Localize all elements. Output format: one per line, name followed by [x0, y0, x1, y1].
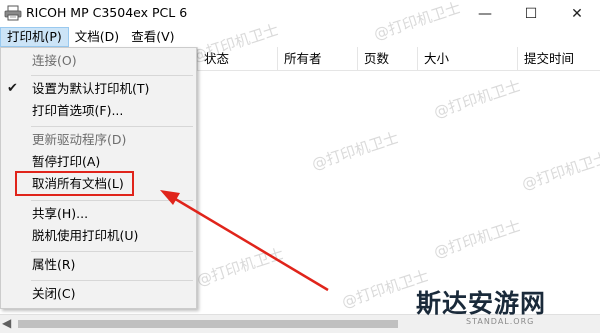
menu-separator — [31, 75, 193, 76]
watermark: @打印机卫士 — [431, 76, 523, 122]
logo-subtext: STANDAL.ORG — [466, 317, 535, 326]
menu-bar: 打印机(P) 文档(D) 查看(V) — [0, 27, 600, 47]
close-window-button[interactable]: ✕ — [554, 0, 600, 27]
maximize-button[interactable]: ☐ — [508, 0, 554, 27]
annotation-highlight-box — [15, 171, 134, 196]
title-bar: RICOH MP C3504ex PCL 6 — ☐ ✕ — [0, 0, 600, 27]
watermark: @打印机卫士 — [194, 244, 286, 290]
column-pages[interactable]: 页数 — [357, 47, 417, 71]
menu-item-close[interactable]: 关闭(C) — [1, 283, 196, 305]
menu-item-pause-printing[interactable]: 暂停打印(A) — [1, 151, 196, 173]
menu-document[interactable]: 文档(D) — [69, 27, 125, 47]
menu-separator — [31, 126, 193, 127]
menu-printer[interactable]: 打印机(P) — [0, 27, 69, 47]
menu-item-set-default[interactable]: ✔ 设置为默认打印机(T) — [1, 78, 196, 100]
watermark: @打印机卫士 — [519, 148, 600, 194]
menu-item-sharing[interactable]: 共享(H)... — [1, 203, 196, 225]
menu-separator — [31, 200, 193, 201]
column-owner[interactable]: 所有者 — [277, 47, 357, 71]
logo-text: 斯达安游网 — [416, 289, 547, 318]
scroll-left-icon[interactable]: ◀ — [2, 316, 11, 330]
column-size[interactable]: 大小 — [417, 47, 517, 71]
menu-item-use-offline[interactable]: 脱机使用打印机(U) — [1, 225, 196, 247]
menu-item-connect: 连接(O) — [32, 53, 77, 68]
scrollbar-thumb[interactable] — [18, 320, 398, 328]
menu-item-update-driver: 更新驱动程序(D) — [32, 132, 127, 147]
menu-item-label: 设置为默认打印机(T) — [32, 81, 150, 96]
menu-item-properties[interactable]: 属性(R) — [1, 254, 196, 276]
menu-separator — [31, 251, 193, 252]
checkmark-icon: ✔ — [7, 81, 18, 96]
printer-icon — [4, 5, 22, 21]
minimize-button[interactable]: — — [462, 0, 508, 27]
site-logo: 斯达安游网 STANDAL.ORG — [402, 282, 600, 332]
watermark: @打印机卫士 — [431, 216, 523, 262]
watermark: @打印机卫士 — [309, 128, 401, 174]
menu-item-print-preferences[interactable]: 打印首选项(F)... — [1, 100, 196, 122]
menu-separator — [31, 280, 193, 281]
window-title: RICOH MP C3504ex PCL 6 — [26, 5, 188, 20]
column-submitted[interactable]: 提交时间 — [517, 47, 600, 71]
menu-view[interactable]: 查看(V) — [125, 27, 180, 47]
